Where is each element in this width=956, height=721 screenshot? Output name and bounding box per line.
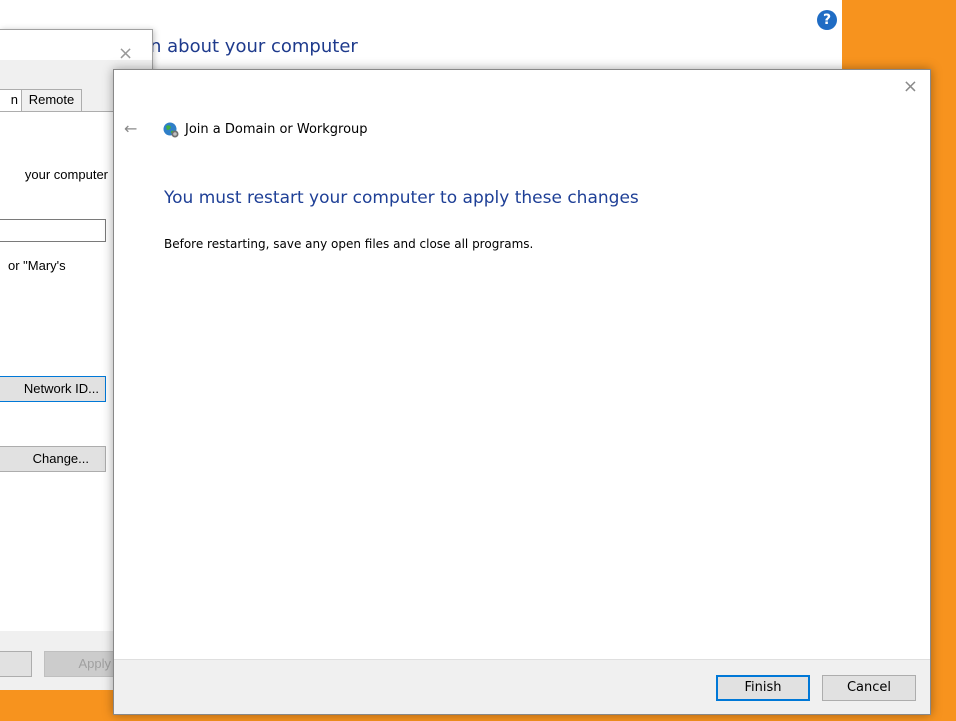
system-info-title: n about your computer — [150, 36, 358, 57]
close-icon[interactable]: × — [118, 45, 133, 63]
tab-panel — [0, 111, 120, 631]
help-icon[interactable]: ? — [817, 10, 837, 30]
apply-button[interactable]: Apply — [44, 651, 120, 677]
description-text: your computer — [24, 167, 108, 182]
back-arrow-icon[interactable]: ← — [124, 121, 137, 137]
cancel-button-partial[interactable] — [0, 651, 32, 677]
close-icon[interactable]: × — [903, 78, 918, 96]
computer-description-input[interactable] — [0, 219, 106, 242]
system-properties-titlebar: × — [0, 30, 152, 63]
cancel-button[interactable]: Cancel — [822, 675, 916, 701]
network-id-button[interactable]: Network ID... — [0, 376, 106, 402]
tab-computer-name[interactable]: n — [0, 89, 22, 111]
tab-remote[interactable]: Remote — [22, 89, 82, 111]
restart-message: You must restart your computer to apply … — [164, 188, 639, 208]
wizard-footer: Finish Cancel — [114, 659, 930, 714]
wizard-heading: Join a Domain or Workgroup — [185, 122, 368, 137]
restart-instructions: Before restarting, save any open files a… — [164, 237, 534, 251]
network-globe-icon — [163, 122, 179, 138]
join-domain-wizard: × ← Join a Domain or Workgroup You must … — [113, 69, 931, 715]
example-text: or "Mary's — [8, 258, 66, 273]
change-button[interactable]: Change... — [0, 446, 106, 472]
finish-button[interactable]: Finish — [716, 675, 810, 701]
